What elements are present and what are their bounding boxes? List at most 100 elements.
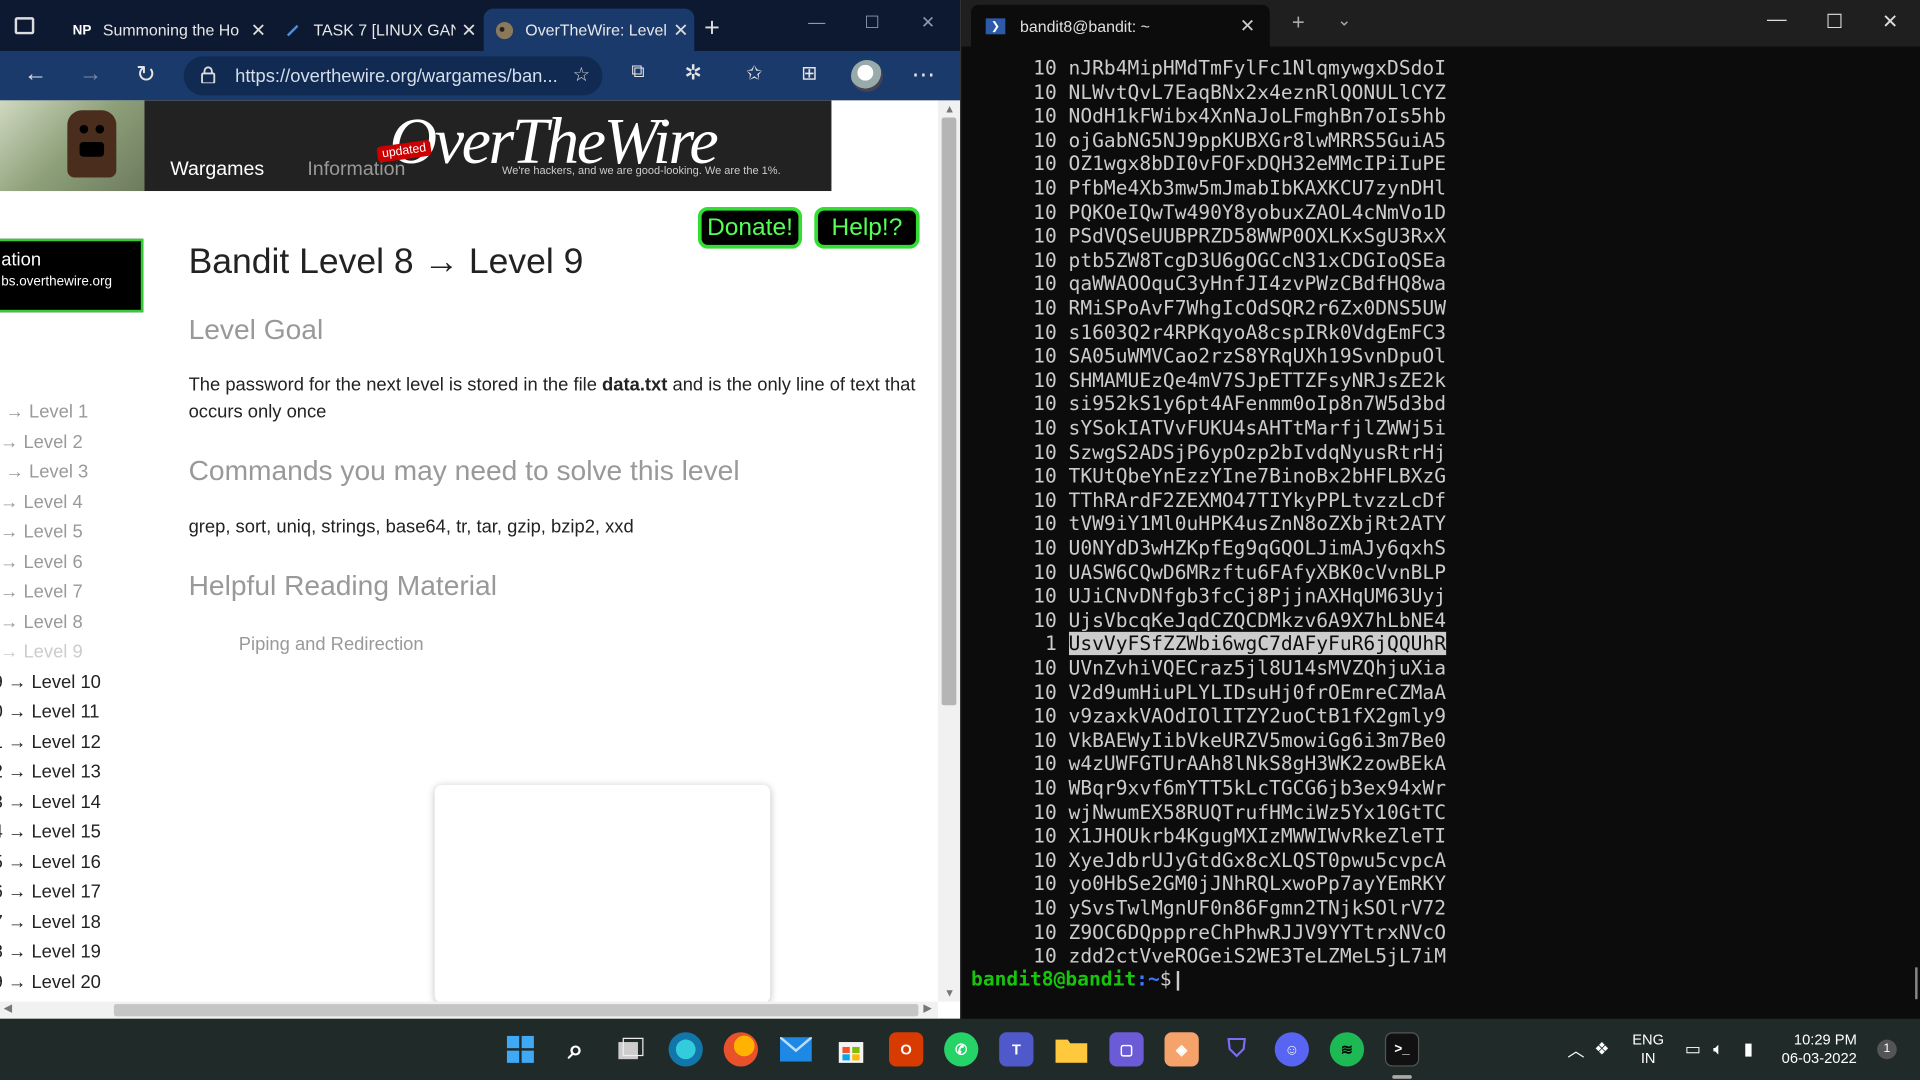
sidebar-level-link[interactable]: 5 → Level 16 xyxy=(0,852,101,873)
file-explorer-icon[interactable] xyxy=(1054,1032,1088,1066)
sidebar-level-link[interactable]: 9 → Level 20 xyxy=(0,972,101,993)
minimize-icon[interactable]: — xyxy=(808,12,825,32)
maximize-icon[interactable]: ☐ xyxy=(1826,10,1844,34)
scroll-left-icon[interactable]: ◀ xyxy=(4,1002,12,1015)
terminal-tab-title: bandit8@bandit: ~ xyxy=(1020,16,1150,35)
close-tab-icon[interactable]: ✕ xyxy=(245,19,272,41)
close-window-icon[interactable]: ✕ xyxy=(1882,10,1898,34)
sidebar-level-link[interactable]: → Level 9 xyxy=(0,642,83,663)
terminal-scrollbar[interactable] xyxy=(1915,967,1918,1000)
sidebar-level-link[interactable]: 9 → Level 10 xyxy=(0,672,101,693)
line-count: 10 xyxy=(1033,704,1057,728)
reading-link[interactable]: Piping and Redirection xyxy=(239,634,424,655)
tray-chevron-up-icon[interactable]: ︿ xyxy=(1567,1038,1584,1062)
line-spacer xyxy=(1057,320,1069,343)
mail-icon[interactable] xyxy=(779,1032,813,1066)
sidebar-level-link[interactable]: 1 → Level 12 xyxy=(0,732,101,753)
hscroll-thumb[interactable] xyxy=(113,1004,919,1017)
volume-icon[interactable]: 🔈︎ xyxy=(1713,1038,1723,1059)
terminal-line: 10 SA05uWMVCao2rzS8YRqUXh19SvnDpuOl xyxy=(1032,344,1446,368)
office-icon[interactable]: O xyxy=(888,1032,924,1067)
scroll-thumb[interactable] xyxy=(941,117,957,706)
sidebar-level-link[interactable]: 0 → Level 1 xyxy=(0,402,88,423)
chevron-down-icon[interactable]: ⌄ xyxy=(1337,10,1351,31)
close-tab-icon[interactable]: ✕ xyxy=(667,19,694,41)
firefox-icon[interactable] xyxy=(723,1032,758,1067)
notification-badge[interactable]: 1 xyxy=(1877,1039,1897,1060)
more-menu-icon[interactable]: ⋯ xyxy=(907,61,939,89)
terminal-tab[interactable]: ❯ bandit8@bandit: ~ ✕ xyxy=(971,4,1270,47)
sidebar-level-link[interactable]: → Level 5 xyxy=(0,522,83,543)
scroll-up-icon[interactable]: ▲ xyxy=(944,103,955,115)
forward-icon[interactable]: → xyxy=(75,61,107,88)
horizontal-scrollbar[interactable]: ◀ ▶ xyxy=(0,1001,938,1019)
nav-wargames-link[interactable]: Wargames xyxy=(170,159,264,181)
sidebar-level-link[interactable]: 6 → Level 17 xyxy=(0,882,101,903)
sidebar-level-link[interactable]: 2 → Level 3 xyxy=(0,462,88,483)
terminal-line: 10 s1603Q2r4RPKqyoA8cspIRk0VdgEmFC3 xyxy=(1032,320,1446,344)
browser-tab-task7[interactable]: TASK 7 [LINUX GAN ✕ xyxy=(272,9,483,52)
battery-icon[interactable]: ▮ xyxy=(1744,1038,1753,1059)
sidebar-level-link[interactable]: 8 → Level 19 xyxy=(0,942,101,963)
terminal-output[interactable]: 10 nJRb4MipHMdTmFylFc1NlqmywgxDSdoI 10 NL… xyxy=(961,47,1920,1019)
line-spacer xyxy=(1057,200,1069,223)
sidebar-level-link[interactable]: → Level 4 xyxy=(0,492,83,513)
profile-avatar[interactable] xyxy=(851,60,883,92)
minimize-icon[interactable]: — xyxy=(1767,10,1787,32)
maximize-icon[interactable]: ☐ xyxy=(864,12,879,33)
shell-prompt[interactable]: bandit8@bandit:~$ xyxy=(971,967,1179,991)
sidebar-level-link[interactable]: → Level 8 xyxy=(0,612,83,633)
sidebar-level-link[interactable]: → Level 7 xyxy=(0,582,83,603)
back-icon[interactable]: ← xyxy=(20,61,52,88)
language-indicator[interactable]: ENG IN xyxy=(1632,1031,1664,1068)
sidebar-level-link[interactable]: 3 → Level 14 xyxy=(0,792,101,813)
scroll-right-icon[interactable]: ▶ xyxy=(923,1002,931,1015)
vertical-scrollbar[interactable]: ▲ ▼ xyxy=(937,100,961,1002)
edge-icon[interactable] xyxy=(668,1032,703,1067)
vpn-icon[interactable]: ⛉ xyxy=(1220,1032,1254,1066)
browser-tab-overthewire[interactable]: OverTheWire: Level ✕ xyxy=(483,8,695,52)
task-view-icon[interactable] xyxy=(613,1032,647,1066)
sidebar-level-link[interactable]: → Level 2 xyxy=(0,432,83,453)
clock[interactable]: 10:29 PM 06-03-2022 xyxy=(1782,1031,1857,1068)
tab-actions-icon[interactable] xyxy=(14,17,35,35)
close-tab-icon[interactable]: ✕ xyxy=(456,19,483,41)
collections-add-icon[interactable]: ⊞ xyxy=(793,61,825,85)
terminal-app-icon[interactable]: >_ xyxy=(1384,1032,1420,1067)
whatsapp-icon[interactable]: ✆ xyxy=(944,1032,979,1067)
sidebar-level-link[interactable]: 4 → Level 15 xyxy=(0,822,101,843)
collections-icon[interactable]: ⧉ xyxy=(622,61,654,82)
address-bar[interactable]: https://overthewire.org/wargames/ban... … xyxy=(183,56,603,96)
new-tab-icon[interactable]: + xyxy=(704,12,720,44)
sidebar-info-box[interactable]: ation bs.overthewire.org xyxy=(0,238,144,313)
close-tab-icon[interactable]: ✕ xyxy=(1240,15,1255,37)
close-window-icon[interactable]: ✕ xyxy=(921,12,935,33)
lock-icon[interactable] xyxy=(201,66,216,84)
store-icon[interactable] xyxy=(834,1032,868,1066)
favorite-star-icon[interactable]: ☆ xyxy=(573,62,591,86)
refresh-icon[interactable]: ↻ xyxy=(130,61,162,89)
new-tab-icon[interactable]: + xyxy=(1292,10,1305,36)
teams-icon[interactable]: T xyxy=(999,1032,1034,1067)
sidebar-level-link[interactable]: → Level 6 xyxy=(0,552,83,573)
dropbox-icon[interactable]: ❖ xyxy=(1594,1038,1609,1059)
line-spacer xyxy=(1057,440,1069,463)
spotify-icon[interactable]: ≋ xyxy=(1329,1032,1365,1067)
sidebar-level-link[interactable]: 2 → Level 13 xyxy=(0,762,101,783)
search-icon[interactable]: ⌕ xyxy=(558,1032,592,1066)
discord-icon[interactable]: ☺ xyxy=(1274,1032,1309,1067)
layers-icon[interactable]: ◈ xyxy=(1164,1032,1199,1067)
sidebar-level-link[interactable]: 0 → Level 11 xyxy=(0,702,100,723)
favorites-icon[interactable]: ✩ xyxy=(738,61,770,85)
network-icon[interactable]: ▭ xyxy=(1685,1038,1701,1059)
donate-button[interactable]: Donate! xyxy=(697,206,803,249)
terminal-line: 10 PQKOeIQwTw490Y8yobuxZAOL4cNmVo1D xyxy=(1032,200,1446,224)
windows-start-icon[interactable] xyxy=(503,1032,537,1066)
scroll-down-icon[interactable]: ▼ xyxy=(944,987,955,999)
level-goal-heading: Level Goal xyxy=(188,313,324,346)
browser-tab-summoning[interactable]: NP Summoning the Ho ✕ xyxy=(61,9,272,52)
sidebar-level-link[interactable]: 7 → Level 18 xyxy=(0,912,101,933)
app-purple-icon[interactable]: ▢ xyxy=(1109,1032,1144,1067)
extensions-icon[interactable]: ✲ xyxy=(677,61,709,85)
help-button[interactable]: Help!? xyxy=(814,206,920,249)
